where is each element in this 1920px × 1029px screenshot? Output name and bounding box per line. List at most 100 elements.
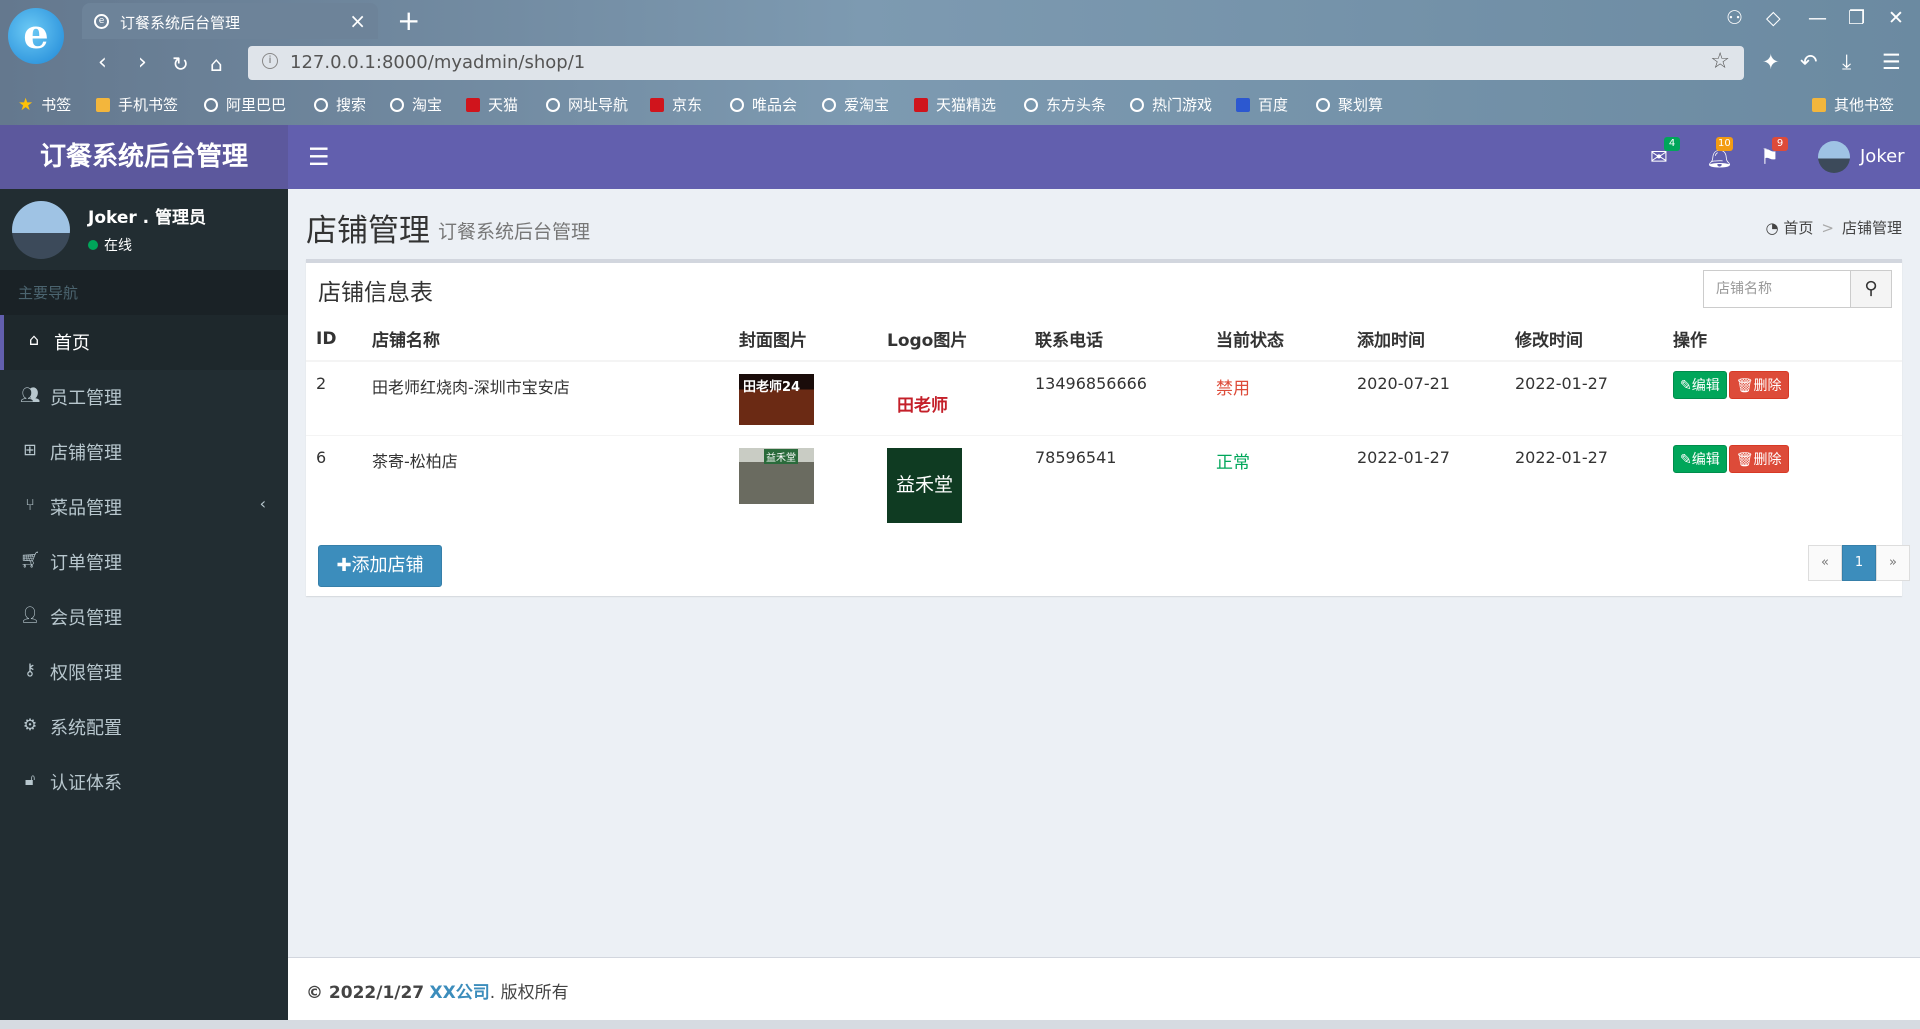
cell-actions: ✎编辑 🗑︎删除 (1663, 360, 1902, 436)
sidebar-toggle-icon[interactable]: ☰ (308, 143, 330, 171)
browser-tab[interactable]: e 订餐系统后台管理 × (82, 3, 378, 39)
download-icon[interactable]: ⤓ (1842, 50, 1851, 75)
bookmark-item[interactable]: 京东 (650, 94, 702, 115)
table-row: 2 田老师红烧肉-深圳市宝安店 田老师24 田老师 13496856666 禁用… (306, 360, 1902, 436)
menu-icon[interactable]: ☰ (1882, 50, 1901, 74)
shirt-icon[interactable]: ◇ (1766, 7, 1781, 29)
account-icon[interactable]: ⚇ (1726, 7, 1743, 29)
pager-next[interactable]: » (1876, 545, 1910, 581)
cell-modified: 2022-01-27 (1505, 435, 1663, 533)
undo-icon[interactable]: ↶ (1800, 50, 1818, 74)
page-subtitle: 订餐系统后台管理 (438, 221, 591, 243)
tab-close-icon[interactable]: × (349, 9, 366, 33)
search-input[interactable] (1703, 270, 1851, 308)
bookmark-item[interactable]: 天猫 (466, 94, 518, 115)
bookmark-item[interactable]: 网址导航 (546, 94, 628, 115)
bookmark-item[interactable]: 阿里巴巴 (204, 94, 286, 115)
table-row: 6 茶寄-松柏店 益禾堂 益禾堂 78596541 正常 2022-01-27 … (306, 435, 1902, 533)
url-text: 127.0.0.1:8000/myadmin/shop/1 (290, 52, 586, 73)
cell-id: 6 (306, 435, 362, 533)
cell-name: 茶寄-松柏店 (362, 435, 729, 533)
sidebar-item-permissions[interactable]: ⚷ 权限管理 (0, 645, 288, 700)
tab-favicon-icon: e (94, 14, 109, 29)
chevron-left-icon: ‹ (259, 494, 266, 513)
bookmark-item[interactable]: 爱淘宝 (822, 94, 889, 115)
sidebar-item-dishes[interactable]: ⑂ 菜品管理 ‹ (0, 480, 288, 535)
forward-icon[interactable]: › (138, 50, 147, 75)
dashboard-icon: ◔ (1765, 219, 1779, 237)
sidebar-item-staff[interactable]: 👥︎ 员工管理 (0, 370, 288, 425)
sidebar-item-home[interactable]: ⌂ 首页 (0, 315, 288, 370)
minimize-icon[interactable]: — (1808, 7, 1827, 29)
add-shop-button[interactable]: ✚添加店铺 (318, 545, 442, 587)
sidebar-item-settings[interactable]: ⚙ 系统配置 (0, 700, 288, 755)
address-bar[interactable]: i 127.0.0.1:8000/myadmin/shop/1 ☆ (248, 46, 1744, 80)
user-name[interactable]: Joker (1860, 146, 1905, 167)
column-header: 添加时间 (1347, 317, 1505, 362)
bookmark-other[interactable]: 其他书签 (1812, 94, 1894, 115)
tmall-icon (914, 98, 928, 112)
reload-icon[interactable]: ↻ (172, 52, 189, 76)
sidebar-item-shops[interactable]: ⊞ 店铺管理 (0, 425, 288, 480)
close-window-icon[interactable]: ✕ (1888, 7, 1904, 29)
bookmark-item[interactable]: ★ 书签 (18, 94, 71, 115)
user-avatar[interactable] (1818, 141, 1850, 173)
bookmark-item[interactable]: 热门游戏 (1130, 94, 1212, 115)
sidebar-item-members[interactable]: 👤︎ 会员管理 (0, 590, 288, 645)
shop-table-box: 店铺信息表 ⚲ ID 店铺名称 封面图片 Logo图片 联系电话 当前状态 添加… (306, 259, 1910, 596)
bookmark-item[interactable]: 百度 (1236, 94, 1288, 115)
tab-title: 订餐系统后台管理 (120, 14, 241, 32)
bookmark-item[interactable]: 唯品会 (730, 94, 797, 115)
key-icon: ⚷ (24, 660, 36, 679)
bookmark-item[interactable]: 聚划算 (1316, 94, 1383, 115)
bookmark-item[interactable]: 手机书签 (96, 94, 178, 115)
search-icon[interactable]: ⚲ (1850, 270, 1892, 308)
pager-current[interactable]: 1 (1842, 545, 1876, 581)
delete-button[interactable]: 🗑︎删除 (1728, 371, 1789, 399)
gear-icon: ⚙ (22, 715, 38, 734)
bookmark-item[interactable]: 淘宝 (390, 94, 442, 115)
mail-badge: 4 (1664, 137, 1680, 151)
extensions-icon[interactable]: ✦ (1762, 50, 1780, 74)
cell-id: 2 (306, 360, 362, 436)
bookmark-item[interactable]: 搜索 (314, 94, 366, 115)
bottom-strip (0, 1020, 1920, 1029)
footer-rights: . 版权所有 (489, 983, 569, 1003)
ie-icon (822, 98, 836, 112)
cell-cover: 益禾堂 (729, 435, 877, 533)
footer-copyright: © 2022/1/27 (306, 983, 425, 1003)
folder-icon (1812, 98, 1826, 112)
bookmark-item[interactable]: 天猫精选 (914, 94, 996, 115)
edit-button[interactable]: ✎编辑 (1673, 445, 1727, 473)
column-header: 操作 (1663, 317, 1902, 362)
bookmark-star-icon[interactable]: ☆ (1710, 49, 1730, 74)
sidebar-item-orders[interactable]: 🛒︎ 订单管理 (0, 535, 288, 590)
cell-cover: 田老师24 (729, 360, 877, 436)
breadcrumb-current: 店铺管理 (1841, 219, 1902, 237)
back-icon[interactable]: ‹ (98, 50, 107, 75)
restore-icon[interactable]: ❐ (1848, 7, 1865, 29)
app-brand[interactable]: 订餐系统后台管理 (0, 125, 288, 189)
new-tab-icon[interactable]: + (397, 4, 420, 37)
site-info-icon[interactable]: i (262, 53, 278, 69)
pagination: « 1 » (1808, 545, 1910, 581)
ie-icon (730, 98, 744, 112)
sitemap-icon: ⊞ (23, 440, 37, 459)
ie-icon (314, 98, 328, 112)
sidebar-item-auth[interactable]: 🔓︎ 认证体系 (0, 755, 288, 810)
edit-button[interactable]: ✎编辑 (1673, 371, 1727, 399)
ie-icon (204, 98, 218, 112)
footer-company-link[interactable]: XX公司 (430, 983, 490, 1003)
edit-icon: ✎ (1680, 378, 1692, 394)
delete-button[interactable]: 🗑︎删除 (1728, 445, 1789, 473)
breadcrumb-home[interactable]: 首页 (1783, 219, 1813, 237)
bookmark-item[interactable]: 东方头条 (1024, 94, 1106, 115)
home-nav-icon[interactable]: ⌂ (210, 52, 223, 76)
browser-logo-icon: e (8, 8, 64, 64)
cover-image: 益禾堂 (739, 448, 814, 504)
column-header: Logo图片 (877, 317, 1025, 362)
footer: © 2022/1/27 XX公司. 版权所有 (288, 957, 1920, 1020)
ie-icon (1024, 98, 1038, 112)
main-content: 店铺管理 订餐系统后台管理 ◔ 首页>店铺管理 店铺信息表 ⚲ ID 店铺名称 … (288, 189, 1920, 957)
pager-prev[interactable]: « (1808, 545, 1842, 581)
